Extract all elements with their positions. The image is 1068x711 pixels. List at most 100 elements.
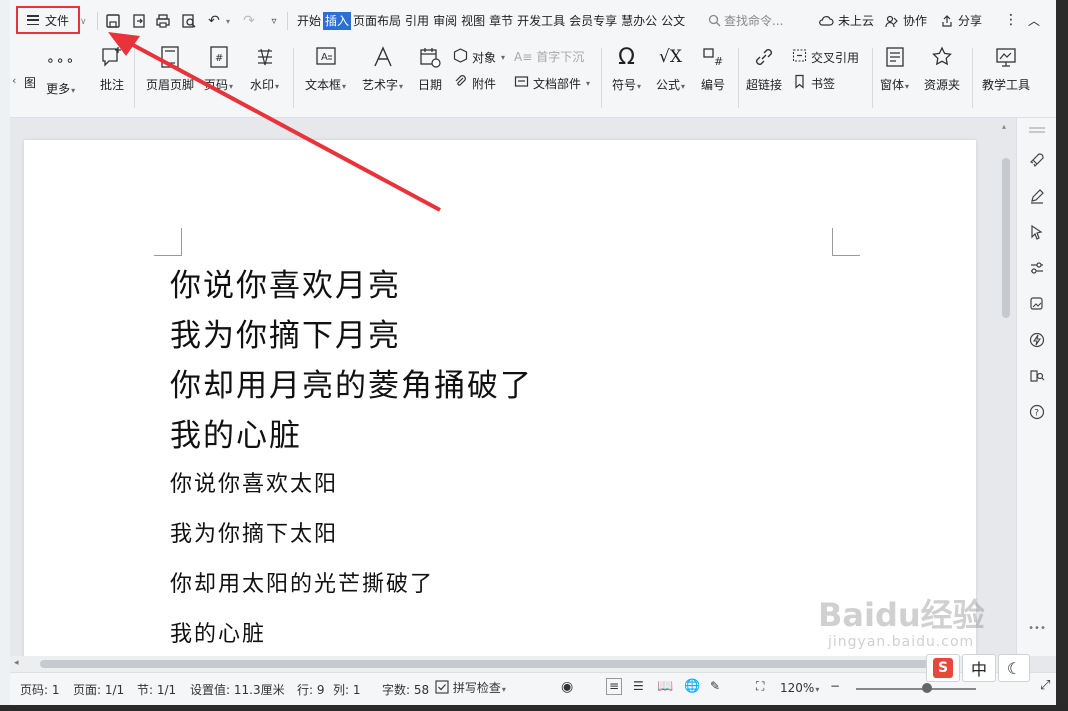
page-number-button[interactable]: # 页码▾	[204, 44, 233, 93]
ribbon-item-picture[interactable]: 图	[24, 74, 36, 91]
horizontal-scroll-thumb[interactable]	[40, 660, 930, 668]
select-cursor-icon[interactable]	[1027, 222, 1047, 242]
save-icon[interactable]	[104, 12, 122, 30]
undo-caret-icon[interactable]: ▾	[226, 17, 230, 26]
sidebar-grip-icon[interactable]	[1027, 126, 1047, 134]
pen-icon[interactable]	[1027, 186, 1047, 206]
document-line[interactable]: 我的心脏	[170, 410, 302, 455]
fit-page-icon[interactable]: ⛶	[756, 679, 764, 694]
status-section[interactable]: 节: 1/1	[137, 681, 176, 698]
status-row[interactable]: 行: 9	[297, 681, 325, 698]
document-line[interactable]: 你却用太阳的光芒撕破了	[170, 566, 434, 598]
status-setting-value[interactable]: 设置值: 11.3厘米	[190, 681, 285, 698]
write-mode-icon[interactable]: ✎	[710, 679, 720, 693]
document-page[interactable]: 你说你喜欢月亮 我为你摘下月亮 你却用月亮的菱角捅破了 我的心脏 你说你喜欢太阳…	[24, 140, 976, 656]
tab-developer[interactable]: 开发工具	[515, 12, 567, 30]
tab-view[interactable]: 视图	[459, 12, 487, 30]
teaching-tools-button[interactable]: 教学工具	[982, 44, 1030, 93]
eye-protection-icon[interactable]: ◉	[561, 679, 573, 695]
tab-smart-office[interactable]: 慧办公	[619, 12, 659, 30]
object-button[interactable]: 对象 ▾	[453, 48, 505, 66]
zoom-slider[interactable]	[856, 688, 976, 690]
form-button[interactable]: 窗体▾	[880, 44, 909, 93]
scroll-up-icon[interactable]: ▴	[1002, 122, 1006, 131]
resource-folder-button[interactable]: 资源夹	[924, 44, 960, 93]
symbol-button[interactable]: Ω 符号▾	[612, 44, 641, 93]
undo-icon[interactable]: ↶	[205, 12, 223, 30]
tab-section[interactable]: 章节	[487, 12, 515, 30]
cross-reference-button[interactable]: 交叉引用	[792, 48, 859, 66]
cloud-status-button[interactable]: 未上云	[818, 12, 874, 29]
page-view-icon[interactable]: ≡	[606, 678, 623, 695]
print-icon[interactable]	[154, 12, 172, 30]
collaborate-button[interactable]: 协作	[885, 12, 927, 29]
document-line[interactable]: 你说你喜欢太阳	[170, 466, 338, 498]
bookmark-button[interactable]: 书签	[792, 74, 835, 92]
ime-logo-icon[interactable]: S	[926, 654, 960, 682]
status-column[interactable]: 列: 1	[333, 681, 361, 698]
hyperlink-button[interactable]: 超链接	[746, 44, 782, 93]
fullscreen-icon[interactable]: ⤢	[1040, 678, 1050, 693]
wordart-button[interactable]: 艺术字▾	[362, 44, 403, 93]
document-line[interactable]: 我为你摘下月亮	[170, 310, 401, 355]
zoom-level[interactable]: 120%▾	[780, 681, 819, 695]
doc-parts-icon	[514, 74, 529, 92]
redo-icon[interactable]: ↷	[240, 12, 258, 30]
file-menu-button[interactable]: 文件	[16, 6, 80, 34]
adjust-sliders-icon[interactable]	[1027, 258, 1047, 278]
status-pages[interactable]: 页面: 1/1	[73, 681, 124, 698]
numbering-button[interactable]: # 编号	[701, 44, 725, 93]
document-line[interactable]: 你却用月亮的菱角捅破了	[170, 360, 533, 405]
watermark-button[interactable]: 水印▾	[250, 44, 279, 93]
tab-home[interactable]: 开始	[295, 12, 323, 30]
spell-check-button[interactable]: 拼写检查▾	[435, 679, 506, 696]
image-tool-icon[interactable]	[1027, 294, 1047, 314]
tab-member[interactable]: 会员专享	[567, 12, 619, 30]
web-view-icon[interactable]: 🌐	[684, 679, 700, 694]
command-search[interactable]: 查找命令...	[708, 12, 783, 29]
customize-caret-icon[interactable]: ▿	[265, 12, 283, 30]
outline-view-icon[interactable]: ☰	[633, 679, 644, 693]
document-workspace[interactable]: 你说你喜欢月亮 我为你摘下月亮 你却用月亮的菱角捅破了 我的心脏 你说你喜欢太阳…	[10, 118, 1016, 656]
doc-parts-button[interactable]: 文档部件 ▾	[514, 74, 590, 92]
document-line[interactable]: 我为你摘下太阳	[170, 516, 338, 548]
share-button[interactable]: 分享	[940, 12, 982, 29]
file-caret-icon[interactable]: ∨	[80, 17, 87, 27]
zoom-slider-knob[interactable]	[922, 683, 932, 693]
tab-insert[interactable]: 插入	[323, 12, 352, 30]
reading-view-icon[interactable]: 📖	[657, 679, 673, 694]
vertical-scrollbar[interactable]: ▴	[1000, 118, 1012, 656]
document-line[interactable]: 你说你喜欢月亮	[170, 260, 401, 305]
tab-official-doc[interactable]: 公文	[659, 12, 687, 30]
tab-review[interactable]: 审阅	[431, 12, 459, 30]
attachment-button[interactable]: 附件	[453, 74, 496, 92]
textbox-button[interactable]: A 文本框▾	[305, 44, 346, 93]
help-icon[interactable]: ?	[1027, 402, 1047, 422]
horizontal-scrollbar[interactable]: ◂	[10, 656, 1016, 672]
print-preview-icon[interactable]	[180, 12, 198, 30]
drop-cap-button[interactable]: A≡ 首字下沉	[514, 48, 584, 65]
header-footer-button[interactable]: 页眉页脚	[146, 44, 194, 93]
more-options-icon[interactable]: ⋮	[1004, 12, 1018, 28]
comment-button[interactable]: 批注	[100, 44, 124, 93]
more-button[interactable]: ∘∘∘ 更多▾	[46, 48, 75, 97]
book-search-icon[interactable]	[1027, 366, 1047, 386]
tab-references[interactable]: 引用	[403, 12, 431, 30]
ribbon-scroll-left-icon[interactable]: ‹	[12, 74, 16, 87]
zoom-out-icon[interactable]: −	[830, 679, 840, 693]
status-word-count[interactable]: 字数: 58	[382, 681, 429, 698]
ime-mode-button[interactable]: 中	[962, 654, 996, 682]
rocket-icon[interactable]	[1027, 150, 1047, 170]
sidebar-more-icon[interactable]: •••	[1027, 618, 1047, 638]
formula-button[interactable]: √X 公式▾	[656, 44, 685, 93]
ime-moon-icon[interactable]: ☾	[998, 654, 1030, 682]
vertical-scroll-thumb[interactable]	[1002, 158, 1010, 318]
lightning-icon[interactable]	[1027, 330, 1047, 350]
status-page-number[interactable]: 页码: 1	[20, 681, 60, 698]
date-button[interactable]: 日期	[418, 44, 442, 93]
export-pdf-icon[interactable]	[130, 12, 148, 30]
scroll-left-icon[interactable]: ◂	[14, 658, 19, 668]
tab-page-layout[interactable]: 页面布局	[351, 12, 403, 30]
document-line[interactable]: 我的心脏	[170, 616, 266, 648]
collapse-ribbon-icon[interactable]: ︿	[1028, 12, 1040, 29]
